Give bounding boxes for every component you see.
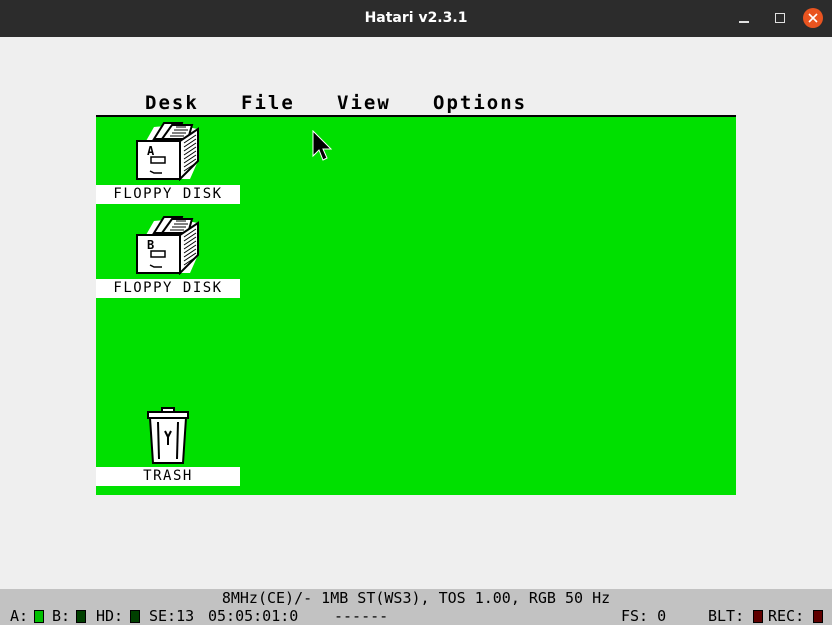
gem-menu-bar: Desk File View Options <box>96 90 736 115</box>
close-icon[interactable] <box>803 8 823 28</box>
trash-icon <box>147 407 189 464</box>
maximize-icon[interactable] <box>770 8 790 28</box>
file-cabinet-icon: A <box>136 122 199 181</box>
trash-icon-container[interactable]: TRASH <box>96 407 240 486</box>
svg-text:A: A <box>147 144 155 158</box>
blt-label: BLT: <box>708 607 745 625</box>
window-title: Hatari v2.3.1 <box>364 10 468 26</box>
drive-b-led <box>76 610 86 623</box>
menu-options[interactable]: Options <box>433 92 527 114</box>
fs-readout: FS: 0 <box>621 607 667 625</box>
drive-b-label: B: <box>52 607 71 625</box>
mouse-pointer-icon <box>312 130 333 161</box>
trash-label: TRASH <box>96 467 240 486</box>
status-bar: 8MHz(CE)/- 1MB ST(WS3), TOS 1.00, RGB 50… <box>0 589 832 625</box>
file-cabinet-icon: B <box>136 216 199 275</box>
blt-led <box>753 610 763 623</box>
floppy-b-label: FLOPPY DISK <box>96 279 240 298</box>
menu-file[interactable]: File <box>241 92 295 114</box>
minimize-icon[interactable] <box>734 8 754 28</box>
floppy-b-drive-icon[interactable]: B FLOPPY DISK <box>96 215 240 298</box>
menu-desk[interactable]: Desk <box>145 92 199 114</box>
sector-readout: SE:13 <box>149 607 195 625</box>
floppy-a-label: FLOPPY DISK <box>96 185 240 204</box>
gem-desktop: A FLOPPY DISK B FLOPPY DISK TRASH <box>96 117 736 495</box>
menu-view[interactable]: View <box>337 92 391 114</box>
drive-a-led <box>34 610 44 623</box>
hd-led <box>130 610 140 623</box>
machine-info: 8MHz(CE)/- 1MB ST(WS3), TOS 1.00, RGB 50… <box>221 589 611 607</box>
drive-a-label: A: <box>10 607 29 625</box>
rec-label: REC: <box>768 607 805 625</box>
title-bar: Hatari v2.3.1 <box>0 0 832 37</box>
floppy-a-drive-icon[interactable]: A FLOPPY DISK <box>96 121 240 204</box>
rec-led <box>813 610 823 623</box>
svg-text:B: B <box>147 238 154 252</box>
dashes-readout: ------ <box>334 607 389 625</box>
hd-label: HD: <box>96 607 124 625</box>
time-readout: 05:05:01:0 <box>208 607 299 625</box>
